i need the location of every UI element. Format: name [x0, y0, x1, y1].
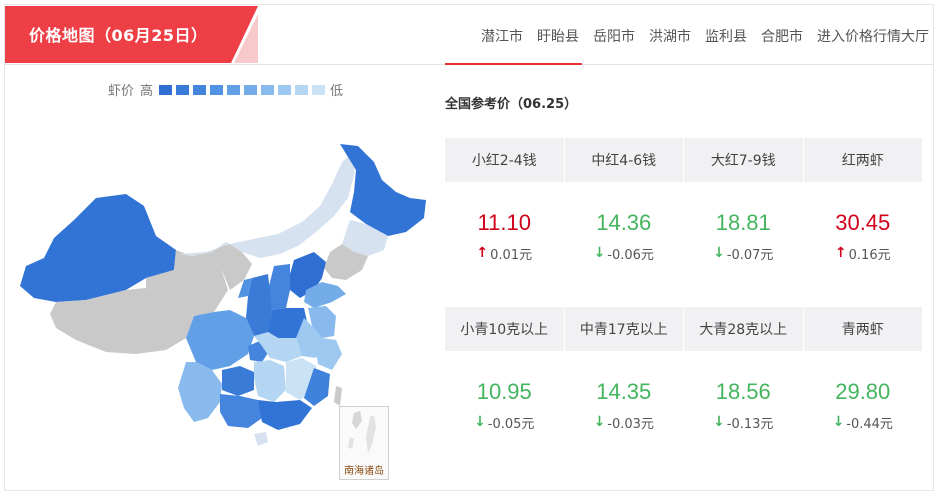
map-legend: 虾价 高 低 [108, 80, 343, 99]
price-change: ↓ -0.03元 [565, 405, 684, 439]
region-taiwan[interactable] [334, 386, 342, 406]
region-hainan[interactable] [254, 432, 268, 446]
region-guizhou[interactable] [222, 366, 254, 396]
legend-low-label: 低 [330, 84, 344, 99]
page-title: 价格地图（06月25日） [29, 26, 208, 45]
down-arrow-icon: ↓ [593, 414, 606, 430]
product-name[interactable]: 红两虾 [803, 138, 923, 182]
price-change: ↓ -0.07元 [684, 236, 804, 270]
city-link-honghu[interactable]: 洪湖市 [649, 26, 691, 46]
price-change: ↑ 0.01元 [445, 236, 565, 270]
price-value-row-green: 10.95 14.35 18.56 29.80 [445, 351, 923, 405]
south-china-sea-inset: 南海诸岛 [339, 406, 389, 480]
title-tab: 价格地图（06月25日） [5, 6, 258, 63]
city-link-hefei[interactable]: 合肥市 [761, 26, 803, 46]
legend-swatch [312, 84, 326, 95]
change-value: -0.44元 [846, 416, 893, 432]
price-value: 18.81 [684, 182, 804, 236]
row-gap [445, 270, 923, 307]
change-value: -0.05元 [487, 416, 535, 432]
up-arrow-icon: ↑ [834, 245, 847, 261]
legend-swatches [159, 84, 329, 95]
price-value: 10.95 [445, 351, 565, 405]
legend-swatch [278, 84, 292, 95]
price-change: ↓ -0.44元 [804, 405, 923, 439]
down-arrow-icon: ↓ [713, 414, 725, 430]
region-sichuan[interactable] [186, 310, 254, 370]
region-shanxi[interactable] [268, 264, 290, 310]
down-arrow-icon: ↓ [474, 414, 486, 430]
city-nav: 潜江市 盱眙县 岳阳市 洪湖市 监利县 合肥市 进入价格行情大厅 [467, 26, 929, 46]
price-value: 29.80 [804, 351, 923, 405]
product-name[interactable]: 青两虾 [803, 307, 923, 351]
price-value: 11.10 [445, 182, 565, 236]
up-arrow-icon: ↑ [476, 245, 489, 261]
region-guangdong[interactable] [258, 400, 312, 430]
legend-swatch [261, 84, 275, 95]
price-change: ↑ 0.16元 [804, 236, 923, 270]
legend-swatch [295, 84, 309, 95]
south-china-sea-islands-map [348, 411, 376, 453]
price-change: ↓ -0.13元 [684, 405, 804, 439]
legend-swatch [176, 84, 190, 95]
city-link-xuyi[interactable]: 盱眙县 [537, 26, 579, 46]
price-value: 14.35 [565, 351, 684, 405]
city-link-yueyang[interactable]: 岳阳市 [593, 26, 635, 46]
price-grid: 小红2-4钱 中红4-6钱 大红7-9钱 红两虾 11.10 14.36 18.… [445, 138, 923, 439]
price-change: ↓ -0.06元 [565, 236, 684, 270]
legend-swatch [244, 84, 258, 95]
change-value: 0.16元 [848, 247, 891, 263]
product-name[interactable]: 小青10克以上 [445, 307, 565, 351]
down-arrow-icon: ↓ [593, 245, 606, 261]
product-name[interactable]: 中青17克以上 [564, 307, 684, 351]
region-hunan[interactable] [254, 360, 286, 402]
product-name[interactable]: 大红7-9钱 [684, 138, 804, 182]
change-value: 0.01元 [490, 247, 533, 263]
region-yunnan[interactable] [178, 362, 222, 422]
change-value: -0.07元 [726, 247, 774, 263]
price-hall-link[interactable]: 进入价格行情大厅 [817, 26, 929, 46]
price-value: 18.56 [684, 351, 804, 405]
legend-swatch [210, 84, 224, 95]
region-guangxi[interactable] [220, 394, 262, 428]
down-arrow-icon: ↓ [713, 245, 725, 261]
change-value: -0.13元 [726, 416, 774, 432]
down-arrow-icon: ↓ [832, 414, 845, 430]
change-value: -0.03元 [607, 416, 654, 432]
product-name[interactable]: 中红4-6钱 [564, 138, 684, 182]
price-header-row-red: 小红2-4钱 中红4-6钱 大红7-9钱 红两虾 [445, 138, 923, 182]
price-value: 14.36 [565, 182, 684, 236]
active-tab-underline [445, 63, 582, 65]
price-change-row-red: ↑ 0.01元 ↓ -0.06元 ↓ -0.07元 ↑ 0.16元 [445, 236, 923, 270]
price-panel-title: 全国参考价（06.25） [445, 97, 578, 112]
legend-swatch [193, 84, 207, 95]
product-name[interactable]: 大青28克以上 [684, 307, 804, 351]
legend-swatch [159, 84, 173, 95]
legend-high-label: 高 [140, 84, 154, 99]
region-inner-mongolia[interactable] [178, 148, 358, 258]
price-change-row-green: ↓ -0.05元 ↓ -0.03元 ↓ -0.13元 ↓ -0.44元 [445, 405, 923, 439]
city-link-jianli[interactable]: 监利县 [705, 26, 747, 46]
city-link-qianjiang[interactable]: 潜江市 [481, 26, 523, 46]
product-name[interactable]: 小红2-4钱 [445, 138, 565, 182]
price-value-row-red: 11.10 14.36 18.81 30.45 [445, 182, 923, 236]
price-header-row-green: 小青10克以上 中青17克以上 大青28克以上 青两虾 [445, 307, 923, 351]
price-change: ↓ -0.05元 [445, 405, 565, 439]
price-value: 30.45 [804, 182, 923, 236]
legend-prefix: 虾价 [108, 84, 135, 99]
legend-swatch [227, 84, 241, 95]
change-value: -0.06元 [607, 247, 654, 263]
inset-label: 南海诸岛 [344, 466, 384, 477]
